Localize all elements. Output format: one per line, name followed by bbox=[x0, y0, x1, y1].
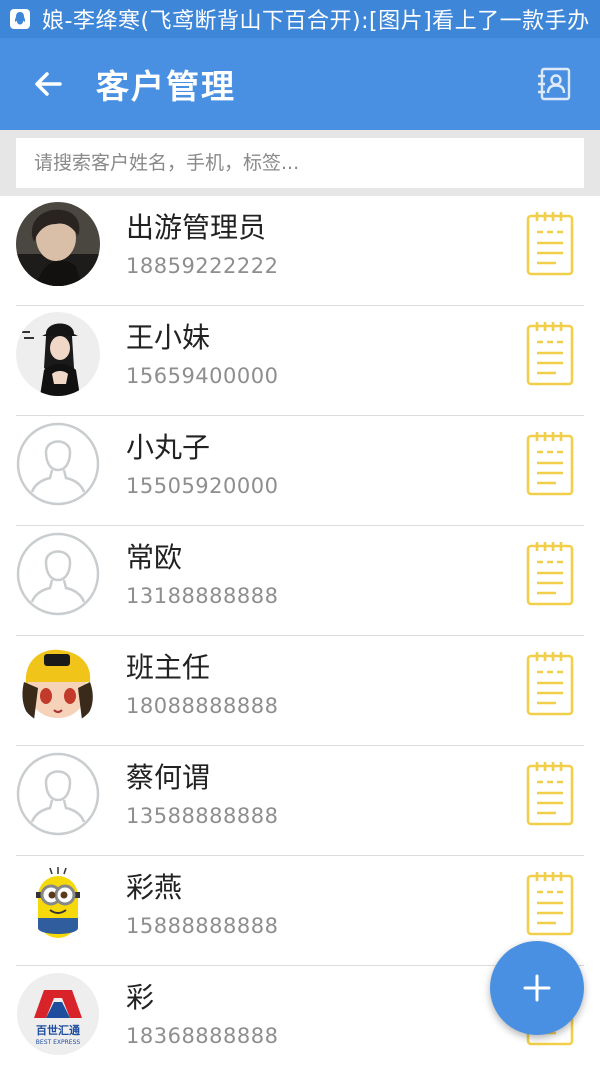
customer-name: 彩燕 bbox=[126, 871, 183, 904]
best-express-logo-icon: 百世汇通 BEST EXPRESS bbox=[17, 973, 99, 1055]
minion-avatar-icon bbox=[16, 862, 100, 946]
notepad-icon[interactable] bbox=[526, 870, 574, 936]
customer-name: 王小妹 bbox=[126, 321, 211, 354]
avatar bbox=[16, 422, 100, 506]
customer-name: 蔡何谓 bbox=[126, 761, 211, 794]
customer-row[interactable]: 小丸子 15505920000 bbox=[16, 416, 584, 526]
qq-notification-icon bbox=[10, 9, 30, 29]
user-photo-icon bbox=[16, 312, 100, 396]
customer-phone: 18859222222 bbox=[126, 254, 279, 278]
customer-row[interactable]: 蔡何谓 13588888888 bbox=[16, 746, 584, 856]
customer-row[interactable]: 出游管理员 18859222222 bbox=[16, 196, 584, 306]
avatar bbox=[16, 642, 100, 726]
customer-phone: 15888888888 bbox=[126, 914, 279, 938]
customer-phone: 15505920000 bbox=[126, 474, 279, 498]
avatar bbox=[16, 312, 100, 396]
notepad-icon[interactable] bbox=[526, 320, 574, 386]
notepad-icon[interactable] bbox=[526, 540, 574, 606]
avatar bbox=[16, 862, 100, 946]
notepad-icon[interactable] bbox=[526, 210, 574, 276]
search-input[interactable] bbox=[16, 138, 584, 188]
back-button[interactable] bbox=[0, 38, 96, 130]
customer-name: 班主任 bbox=[126, 651, 211, 684]
customer-name: 小丸子 bbox=[126, 431, 211, 464]
user-photo-icon bbox=[16, 202, 100, 286]
default-avatar-icon bbox=[16, 422, 100, 506]
avatar bbox=[16, 752, 100, 836]
customer-phone: 13188888888 bbox=[126, 584, 279, 608]
logo-en-text: BEST EXPRESS bbox=[36, 1039, 81, 1046]
logo-cn-text: 百世汇通 bbox=[36, 1023, 80, 1037]
search-bar bbox=[0, 130, 600, 196]
avatar bbox=[16, 202, 100, 286]
customer-name: 出游管理员 bbox=[126, 211, 267, 244]
customer-row[interactable]: 王小妹 15659400000 bbox=[16, 306, 584, 416]
customer-phone: 18088888888 bbox=[126, 694, 279, 718]
customer-row[interactable]: 常欧 13188888888 bbox=[16, 526, 584, 636]
notepad-icon[interactable] bbox=[526, 650, 574, 716]
cartoon-avatar-icon bbox=[16, 642, 100, 726]
avatar bbox=[16, 532, 100, 616]
default-avatar-icon bbox=[16, 752, 100, 836]
customer-phone: 15659400000 bbox=[126, 364, 279, 388]
contact-book-button[interactable] bbox=[508, 38, 600, 130]
status-bar: 娘-李绛寒(飞鸢断背山下百合开):[图片]看上了一款手办 bbox=[0, 0, 600, 38]
default-avatar-icon bbox=[16, 532, 100, 616]
arrow-left-icon bbox=[35, 72, 62, 96]
notepad-icon[interactable] bbox=[526, 430, 574, 496]
plus-icon bbox=[523, 974, 551, 1002]
customer-phone: 18368888888 bbox=[126, 1024, 279, 1048]
contact-card-icon bbox=[538, 67, 571, 101]
app-bar: 客户管理 bbox=[0, 38, 600, 130]
customer-phone: 13588888888 bbox=[126, 804, 279, 828]
notification-ticker: 娘-李绛寒(飞鸢断背山下百合开):[图片]看上了一款手办 bbox=[42, 9, 590, 34]
page-title: 客户管理 bbox=[96, 67, 236, 106]
customer-list: 出游管理员 18859222222 王小妹 15659400000 小丸子 15… bbox=[0, 196, 600, 1067]
customer-row[interactable]: 彩燕 15888888888 bbox=[16, 856, 584, 966]
customer-row[interactable]: 班主任 18088888888 bbox=[16, 636, 584, 746]
notepad-icon[interactable] bbox=[526, 760, 574, 826]
customer-name: 常欧 bbox=[126, 541, 183, 574]
add-customer-button[interactable] bbox=[490, 941, 584, 1035]
avatar: 百世汇通 BEST EXPRESS bbox=[16, 972, 100, 1056]
customer-name: 彩 bbox=[126, 981, 155, 1014]
